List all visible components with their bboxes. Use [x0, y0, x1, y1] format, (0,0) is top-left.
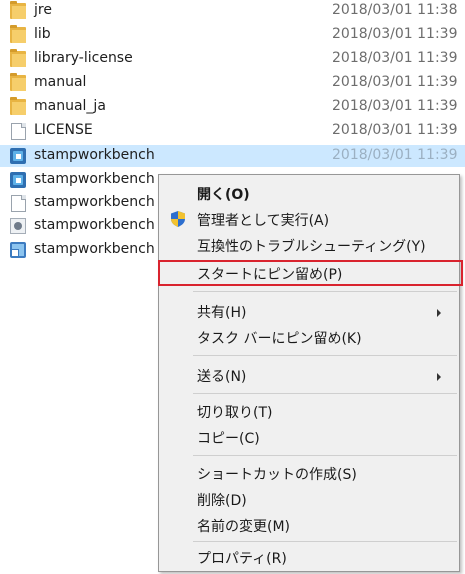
file-name: jre — [34, 2, 52, 18]
file-row-library-license[interactable]: library-license 2018/03/01 11:39 — [0, 48, 465, 70]
menu-label: コピー(C) — [197, 431, 260, 447]
file-row-manual-ja[interactable]: manual_ja 2018/03/01 11:39 — [0, 96, 465, 118]
file-row-lib[interactable]: lib 2018/03/01 11:39 — [0, 24, 465, 46]
menu-item-cut[interactable]: 切り取り(T) — [159, 401, 459, 423]
menu-item-pin-to-taskbar[interactable]: タスク バーにピン留め(K) — [159, 327, 459, 349]
file-name: LICENSE — [34, 122, 93, 138]
file-name: stampworkbench — [34, 147, 155, 163]
menu-label: 削除(D) — [197, 493, 247, 509]
menu-item-run-as-admin[interactable]: 管理者として実行(A) — [159, 209, 459, 231]
file-date: 2018/03/01 11:39 — [332, 26, 458, 42]
shield-icon — [171, 211, 185, 227]
file-date: 2018/03/01 11:39 — [332, 50, 458, 66]
menu-separator — [193, 541, 457, 542]
file-name: manual_ja — [34, 98, 106, 114]
file-name: library-license — [34, 50, 133, 66]
submenu-arrow-icon — [437, 309, 441, 317]
file-row-jre[interactable]: jre 2018/03/01 11:38 — [0, 0, 465, 22]
file-date: 2018/03/01 11:39 — [332, 147, 458, 163]
folder-icon — [10, 1, 26, 19]
menu-item-delete[interactable]: 削除(D) — [159, 489, 459, 511]
file-name: lib — [34, 26, 51, 42]
menu-label: 管理者として実行(A) — [197, 213, 330, 229]
folder-icon — [10, 25, 26, 43]
menu-separator — [193, 291, 457, 292]
file-name: stampworkbench — [34, 171, 155, 187]
file-date: 2018/03/01 11:39 — [332, 122, 458, 138]
menu-label: プロパティ(R) — [197, 551, 287, 567]
folder-icon — [10, 73, 26, 91]
document-icon — [11, 195, 26, 212]
file-name: stampworkbench — [34, 194, 155, 210]
menu-separator — [193, 355, 457, 356]
menu-label: 送る(N) — [197, 369, 247, 385]
menu-label: 互換性のトラブルシューティング(Y) — [197, 239, 426, 255]
folder-icon — [10, 49, 26, 67]
file-name: stampworkbench — [34, 241, 155, 257]
menu-item-copy[interactable]: コピー(C) — [159, 427, 459, 449]
file-name: manual — [34, 74, 87, 90]
file-date: 2018/03/01 11:39 — [332, 74, 458, 90]
file-name: stampworkbench — [34, 217, 155, 233]
file-row-stampworkbench-selected[interactable]: stampworkbench 2018/03/01 11:39 — [0, 145, 465, 167]
menu-item-send-to[interactable]: 送る(N) — [159, 365, 459, 387]
app-icon — [10, 172, 26, 188]
menu-label: 共有(H) — [197, 305, 247, 321]
menu-item-compat-troubleshoot[interactable]: 互換性のトラブルシューティング(Y) — [159, 235, 459, 257]
file-row-manual[interactable]: manual 2018/03/01 11:39 — [0, 72, 465, 94]
document-icon — [11, 123, 26, 140]
shortcut-icon — [10, 242, 26, 258]
menu-separator — [193, 455, 457, 456]
folder-icon — [10, 97, 26, 115]
menu-separator — [193, 393, 457, 394]
menu-item-properties[interactable]: プロパティ(R) — [159, 547, 459, 569]
file-date: 2018/03/01 11:39 — [332, 98, 458, 114]
context-menu: 開く(O) 管理者として実行(A) 互換性のトラブルシューティング(Y) スター… — [158, 174, 460, 572]
file-row-license[interactable]: LICENSE 2018/03/01 11:39 — [0, 120, 465, 142]
menu-label: ショートカットの作成(S) — [197, 467, 357, 483]
app-icon — [10, 148, 26, 164]
menu-label: タスク バーにピン留め(K) — [197, 331, 362, 347]
file-date: 2018/03/01 11:38 — [332, 2, 458, 18]
menu-item-share[interactable]: 共有(H) — [159, 301, 459, 323]
submenu-arrow-icon — [437, 373, 441, 381]
menu-label: 名前の変更(M) — [197, 519, 291, 535]
menu-item-create-shortcut[interactable]: ショートカットの作成(S) — [159, 463, 459, 485]
menu-item-open[interactable]: 開く(O) — [159, 183, 459, 205]
pin-to-start-highlight-box — [158, 260, 463, 286]
menu-label: 開く(O) — [197, 187, 250, 203]
menu-label: 切り取り(T) — [197, 405, 273, 421]
menu-item-rename[interactable]: 名前の変更(M) — [159, 515, 459, 537]
settings-icon — [10, 218, 26, 234]
